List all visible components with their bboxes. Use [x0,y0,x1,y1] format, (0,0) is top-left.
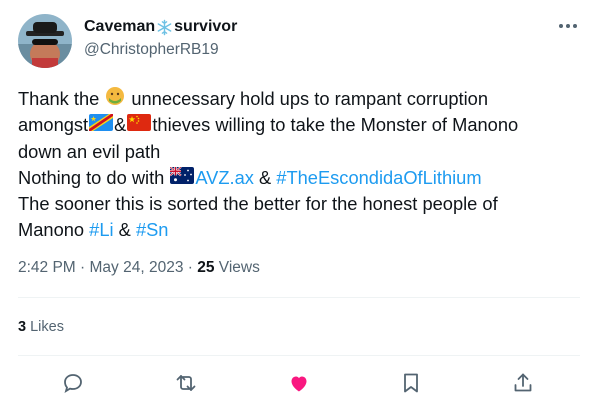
divider [18,355,580,356]
tweet-line: amongst & thieves willing to take the Mo… [18,112,586,138]
action-bar [0,366,598,400]
tweet-text-segment: & [253,166,277,188]
tweet-line: down an evil path [18,139,586,165]
likes-count: 3 [18,319,27,335]
retweet-icon[interactable] [173,370,199,396]
cashtag-link[interactable]: AVZ.ax [195,165,254,191]
snowflake-icon [156,19,173,36]
tweet-text-segment: unnecessary hold ups to rampant corrupti… [131,88,489,109]
tweet-date[interactable]: May 24, 2023 [90,259,184,276]
like-icon[interactable] [286,370,312,396]
tweet-line: Thank the unnecessary hold ups to rampan… [18,86,586,112]
nauseated-face-icon [105,86,125,113]
tweet-text-segment: down an evil path [18,140,161,162]
avatar[interactable] [18,14,72,68]
author-name[interactable]: Caveman survivor [84,17,237,37]
display-name-prefix[interactable]: Caveman [84,17,155,37]
tweet-text-segment: amongst [18,114,89,136]
tweet-text-segment: Nothing to do with [18,166,165,188]
display-name-suffix[interactable]: survivor [174,17,237,37]
meta-separator: · [183,259,198,276]
hashtag-link[interactable]: #TheEscondidaOfLithium [276,165,481,191]
tweet-time[interactable]: 2:42 PM [18,259,76,276]
hashtag-link[interactable]: #Li [89,217,113,243]
author-handle[interactable]: @ChristopherRB19 [84,40,219,60]
likes-label: Likes [26,319,64,335]
views-label: Views [214,259,260,276]
tweet-text-segment: & [114,114,127,136]
tweet-text-segment: thieves willing to take the Monster of M… [152,114,519,136]
bookmark-icon[interactable] [398,370,424,396]
divider [18,297,580,298]
tweet-line: The sooner this is sorted the better for… [18,191,586,217]
tweet-text: Thank the unnecessary hold ups to rampan… [18,86,586,244]
tweet-text-segment: The sooner this is sorted the better for… [18,193,498,215]
australia-flag-icon [169,165,195,191]
share-icon[interactable] [510,370,536,396]
china-flag-icon [127,112,152,138]
tweet-line: Manono #Li & #Sn [18,217,586,243]
tweet-text-segment: Manono [18,219,85,241]
tweet-text-segment: & [113,219,136,241]
drc-flag-icon [89,112,114,138]
tweet-line: Nothing to do with AVZ.ax & #TheEscondid… [18,165,586,191]
views-count: 25 [197,259,215,276]
hashtag-link[interactable]: #Sn [136,217,169,243]
tweet-text-segment: Thank the [18,88,100,109]
meta-separator: · [75,259,90,276]
more-icon[interactable] [554,16,582,36]
reply-icon[interactable] [60,370,86,396]
likes-stat[interactable]: 3 Likes [18,317,64,337]
tweet-meta: 2:42 PM · May 24, 2023 · 25 Views [18,258,260,278]
